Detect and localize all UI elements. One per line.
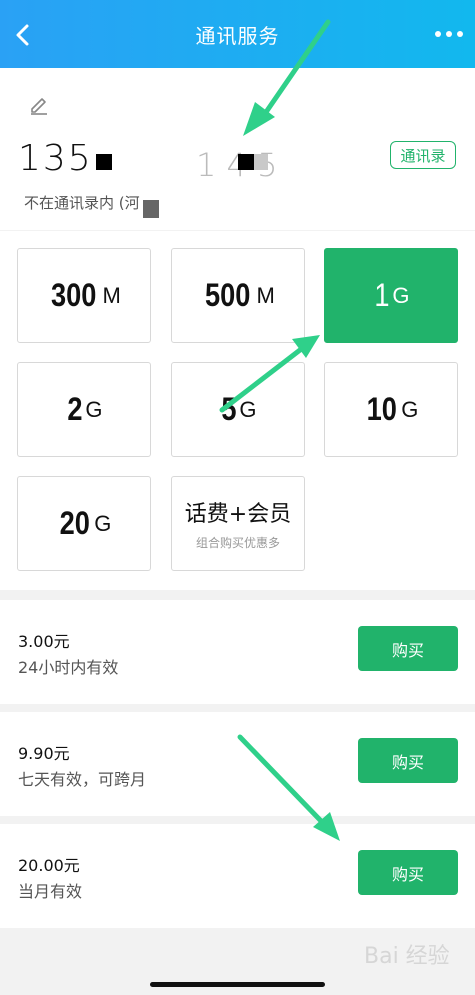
plan-tile-selected[interactable]: 1G xyxy=(324,248,458,343)
data-plan-grid: 300 M 500 M 1G 2G 5G 10 G 20 G 话费+会员 组合购买优惠多 xyxy=(0,231,475,590)
plan-tile[interactable]: 20 G xyxy=(17,476,151,571)
plan-amount: 300 xyxy=(51,277,97,313)
plan-unit: G xyxy=(239,396,257,422)
more-dots-icon xyxy=(435,31,441,37)
offer-card: 9.90元 七天有效，可跨月 购买 xyxy=(0,712,475,816)
plan-tile[interactable]: 10 G xyxy=(324,362,458,457)
contacts-button[interactable]: 通讯录 xyxy=(390,141,456,169)
offer-card: 20.00元 当月有效 购买 xyxy=(0,824,475,928)
top-nav-bar: 通讯服务 xyxy=(0,0,475,68)
redaction-block xyxy=(96,154,112,170)
plan-amount: 20 xyxy=(59,505,90,541)
plan-unit: M xyxy=(102,282,121,308)
plan-amount: 10 xyxy=(366,391,397,427)
phone-number-prefix[interactable]: 135 xyxy=(18,138,93,179)
offer-card: 3.00元 24小时内有效 购买 xyxy=(0,600,475,704)
offer-price: 3.00元 xyxy=(18,632,70,651)
redaction-block xyxy=(254,154,268,170)
more-button[interactable] xyxy=(431,24,467,44)
buy-button[interactable]: 购买 xyxy=(358,738,458,783)
plan-unit: G xyxy=(85,396,103,422)
pencil-icon[interactable] xyxy=(28,93,50,115)
contact-status-text: 不在通讯录内 (河 xyxy=(24,194,140,212)
redaction-block xyxy=(238,154,254,170)
buy-button[interactable]: 购买 xyxy=(358,850,458,895)
redaction-block xyxy=(143,200,159,218)
combo-subtitle: 组合购买优惠多 xyxy=(195,536,280,550)
watermark-logo: Bai 经验 xyxy=(364,944,450,969)
plan-tile[interactable]: 300 M xyxy=(17,248,151,343)
offer-validity: 七天有效，可跨月 xyxy=(18,770,147,789)
plan-tile[interactable]: 5G xyxy=(171,362,305,457)
plan-unit: G xyxy=(401,396,419,422)
plan-unit: G xyxy=(94,510,112,536)
plan-tile[interactable]: 500 M xyxy=(171,248,305,343)
plan-tile[interactable]: 2G xyxy=(17,362,151,457)
home-indicator[interactable] xyxy=(150,982,325,987)
offer-price: 20.00元 xyxy=(18,856,80,875)
offer-price: 9.90元 xyxy=(18,744,70,763)
phone-number-card: 135 1 4 5 通讯录 不在通讯录内 (河 xyxy=(0,68,475,230)
combo-plan-tile[interactable]: 话费+会员 组合购买优惠多 xyxy=(171,476,305,571)
page-title: 通讯服务 xyxy=(195,23,280,48)
plan-amount: 1 xyxy=(373,277,389,313)
plan-amount: 500 xyxy=(205,277,251,313)
plan-unit: M xyxy=(256,282,275,308)
back-button[interactable] xyxy=(8,20,38,50)
offer-validity: 24小时内有效 xyxy=(18,658,119,677)
plan-amount: 5 xyxy=(220,391,236,427)
combo-title: 话费+会员 xyxy=(184,502,292,527)
chevron-left-icon xyxy=(16,24,29,46)
buy-button[interactable]: 购买 xyxy=(358,626,458,671)
offer-validity: 当月有效 xyxy=(18,882,83,901)
plan-amount: 2 xyxy=(66,391,82,427)
plan-unit: G xyxy=(392,282,410,308)
